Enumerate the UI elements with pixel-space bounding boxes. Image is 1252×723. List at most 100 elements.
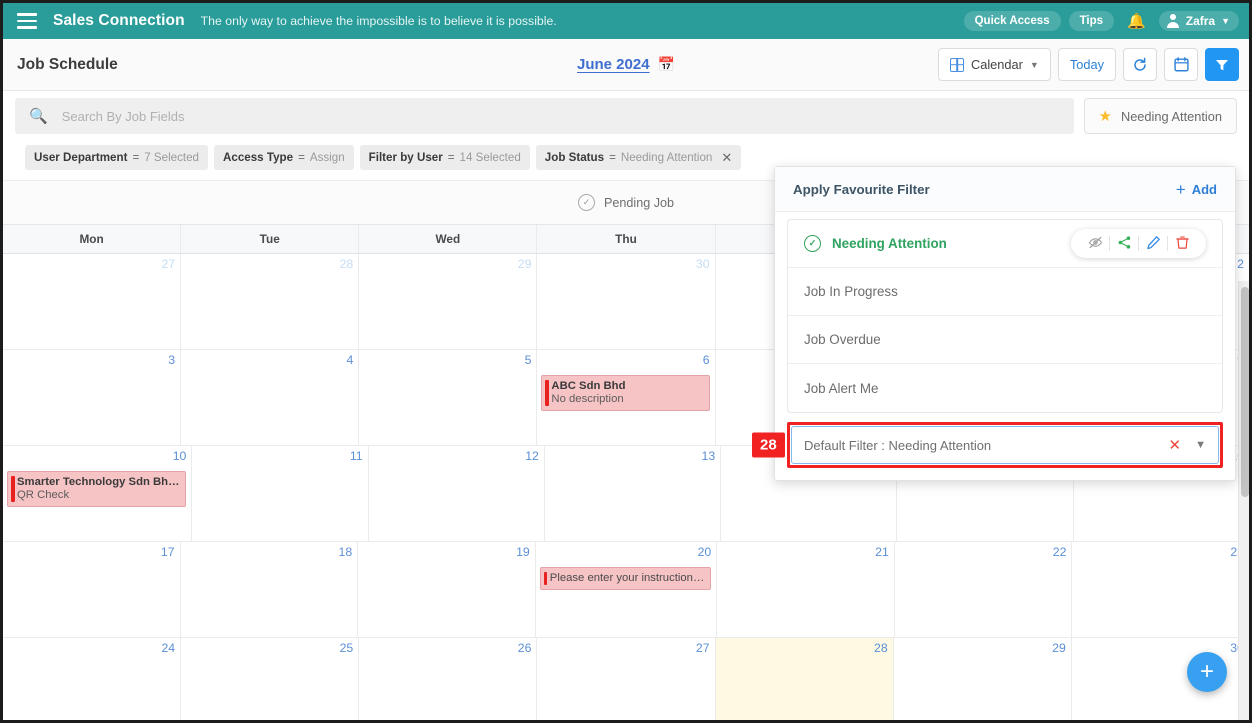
calendar-day-cell[interactable]: 27: [537, 638, 716, 720]
filter-button[interactable]: [1205, 48, 1239, 81]
calendar-day-cell[interactable]: 18: [180, 542, 359, 637]
favourite-item-job-in-progress[interactable]: Job In Progress: [788, 268, 1222, 316]
calendar-day-cell[interactable]: 28: [715, 638, 894, 720]
day-number: 22: [1052, 545, 1067, 559]
chevron-down-icon: ▼: [1029, 59, 1039, 70]
add-job-button[interactable]: +: [1187, 652, 1227, 692]
filter-chip-job-status[interactable]: Job Status = Needing Attention ✕: [535, 145, 742, 170]
favourite-item-job-overdue[interactable]: Job Overdue: [788, 316, 1222, 364]
step-badge: 28: [752, 432, 785, 458]
chip-key: User Department: [34, 151, 128, 164]
close-icon[interactable]: ✕: [721, 150, 732, 166]
clear-icon[interactable]: ✕: [1169, 438, 1182, 453]
day-number: 3: [168, 353, 176, 367]
calendar-day-cell[interactable]: 25: [181, 638, 360, 720]
weekday-wed: Wed: [359, 225, 538, 253]
calendar-day-cell[interactable]: 13: [544, 446, 722, 541]
user-menu-button[interactable]: Zafra ▼: [1158, 11, 1239, 31]
chevron-down-icon[interactable]: ▼: [1195, 439, 1206, 451]
add-favourite-filter-button[interactable]: + Add: [1176, 181, 1217, 198]
chip-value: 7 Selected: [144, 151, 200, 164]
bell-icon[interactable]: 🔔: [1122, 14, 1151, 29]
day-number: 13: [701, 449, 716, 463]
favourite-item-job-alert-me[interactable]: Job Alert Me: [788, 364, 1222, 412]
calendar-day-cell[interactable]: 28: [181, 254, 360, 349]
top-navigation-bar: Sales Connection The only way to achieve…: [3, 3, 1249, 39]
calendar-day-cell[interactable]: 3: [3, 350, 182, 445]
today-button[interactable]: Today: [1057, 48, 1116, 81]
chip-key: Access Type: [223, 151, 294, 164]
calendar-day-cell[interactable]: 10 Smarter Technology Sdn Bh… QR Check: [3, 446, 193, 541]
favourite-panel-title: Apply Favourite Filter: [793, 181, 930, 197]
filter-icon: [1216, 59, 1228, 70]
calendar-day-cell[interactable]: 22: [894, 542, 1073, 637]
favourite-filter-list: ✓ Needing Attention Job In Progress Job …: [775, 212, 1235, 422]
filter-chip-filter-by-user[interactable]: Filter by User = 14 Selected: [359, 145, 530, 170]
calendar-icon[interactable]: 📅: [658, 56, 675, 73]
event-subtitle: QR Check: [17, 488, 70, 501]
calendar-day-cell[interactable]: 26: [359, 638, 538, 720]
share-icon[interactable]: [1110, 235, 1138, 253]
tips-button[interactable]: Tips: [1068, 11, 1115, 31]
default-filter-select[interactable]: Default Filter : Needing Attention ✕ ▼: [791, 426, 1219, 464]
scrollbar-thumb[interactable]: [1240, 287, 1249, 497]
calendar-day-cell[interactable]: 17: [3, 542, 181, 637]
user-name-label: Zafra: [1185, 14, 1216, 28]
calendar-day-cell[interactable]: 19: [358, 542, 536, 637]
calendar-day-cell[interactable]: 29: [893, 638, 1072, 720]
default-filter-label: Default Filter : Needing Attention: [804, 437, 992, 453]
chip-value: Needing Attention: [620, 151, 713, 164]
app-brand-title: Sales Connection: [53, 12, 185, 29]
edit-icon[interactable]: [1139, 235, 1167, 253]
refresh-button[interactable]: [1123, 48, 1157, 81]
chip-equals: =: [609, 151, 616, 164]
current-month-label[interactable]: June 2024: [577, 56, 650, 73]
top-bar-actions: Quick Access Tips 🔔 Zafra ▼: [963, 11, 1239, 31]
date-picker-button[interactable]: [1164, 48, 1198, 81]
chevron-down-icon: ▼: [1221, 16, 1230, 26]
calendar-day-cell[interactable]: 30: [537, 254, 716, 349]
calendar-event[interactable]: Smarter Technology Sdn Bh… QR Check: [7, 470, 187, 507]
calendar-day-cell[interactable]: 6 ABC Sdn Bhd No description: [537, 350, 716, 445]
calendar-day-cell[interactable]: 20 Please enter your instruction…: [535, 542, 718, 637]
calendar-day-cell[interactable]: 24: [3, 638, 182, 720]
page-header-actions: Calendar ▼ Today: [937, 48, 1239, 81]
calendar-day-cell[interactable]: 12: [368, 446, 545, 541]
calendar-day-cell[interactable]: 29: [359, 254, 538, 349]
filter-chip-user-department[interactable]: User Department = 7 Selected: [25, 145, 209, 170]
day-number: 6: [702, 353, 710, 367]
day-number: 23: [1076, 545, 1244, 560]
day-number: 19: [516, 545, 530, 559]
calendar-day-cell[interactable]: 21: [717, 542, 895, 637]
day-number: 30: [1076, 641, 1244, 656]
favourite-item-needing-attention[interactable]: ✓ Needing Attention: [788, 220, 1222, 268]
calendar-day-cell[interactable]: 11: [192, 446, 369, 541]
legend-pending-job[interactable]: ✓ Pending Job: [577, 194, 674, 211]
view-mode-label: Calendar: [970, 57, 1023, 72]
delete-icon[interactable]: [1168, 235, 1196, 253]
search-input[interactable]: [61, 108, 1060, 124]
calendar-day-cell[interactable]: 5: [359, 350, 538, 445]
day-number: 20: [697, 545, 712, 559]
hide-icon[interactable]: [1081, 235, 1109, 253]
calendar-day-cell[interactable]: 23: [1072, 542, 1249, 637]
calendar-day-cell[interactable]: 4: [181, 350, 360, 445]
calendar-event[interactable]: Please enter your instruction…: [539, 566, 712, 590]
day-number: 28: [874, 641, 888, 655]
favourite-filter-button[interactable]: ★ Needing Attention: [1083, 98, 1237, 134]
hamburger-menu-icon[interactable]: [17, 13, 37, 29]
default-filter-highlight: 28 Default Filter : Needing Attention ✕ …: [752, 422, 1223, 468]
event-subtitle: Please enter your instruction…: [549, 571, 705, 584]
quick-access-button[interactable]: Quick Access: [963, 11, 1061, 31]
event-title: Smarter Technology Sdn Bh…: [17, 475, 180, 488]
chip-equals: =: [298, 151, 305, 164]
day-number: 27: [695, 641, 710, 655]
event-subtitle: No description: [551, 392, 624, 405]
view-mode-selector[interactable]: Calendar ▼: [937, 48, 1051, 81]
filter-chip-access-type[interactable]: Access Type = Assign: [214, 145, 354, 170]
calendar-scrollbar[interactable]: [1238, 281, 1249, 720]
calendar-event[interactable]: ABC Sdn Bhd No description: [541, 374, 710, 411]
calendar-day-cell[interactable]: 27: [3, 254, 182, 349]
day-number: 25: [339, 641, 354, 655]
chip-equals: =: [132, 151, 140, 164]
